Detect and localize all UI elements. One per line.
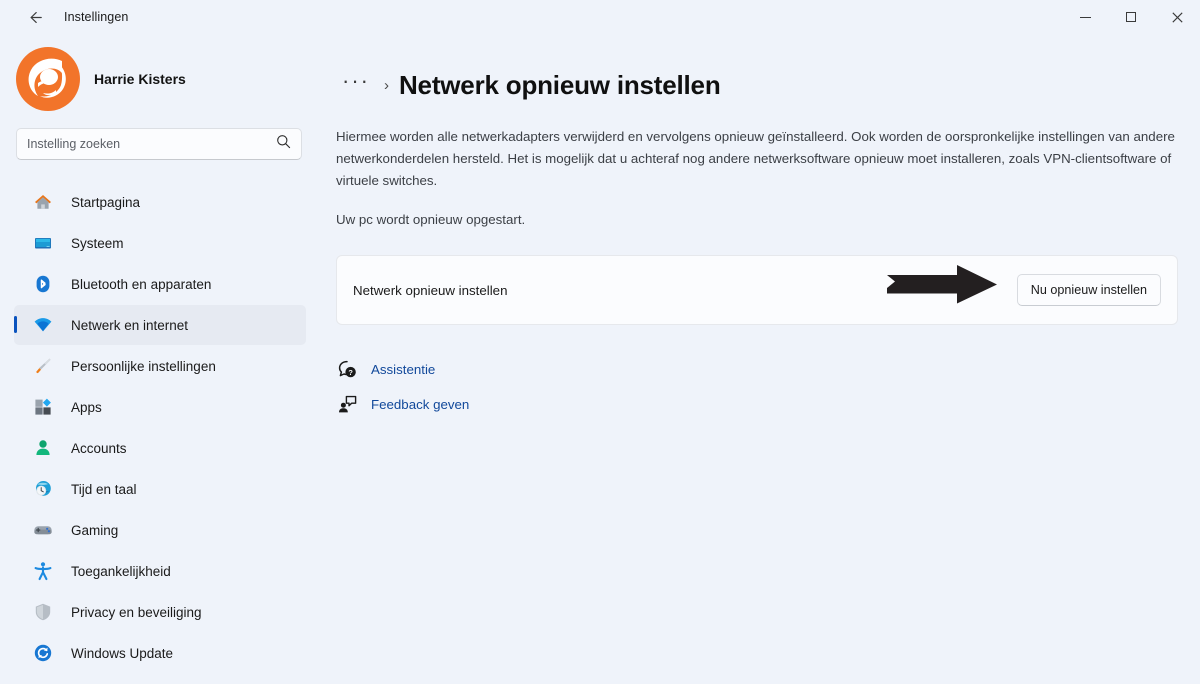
- main-content: ··· › Netwerk opnieuw instellen Hiermee …: [320, 34, 1200, 684]
- card-label: Netwerk opnieuw instellen: [353, 282, 508, 298]
- settings-window: Instellingen Harrie Kisters Instelling z…: [0, 0, 1200, 684]
- sidebar-item-label: Toegankelijkheid: [71, 563, 171, 579]
- paintbrush-icon: [32, 355, 54, 377]
- feedback-person-icon: [336, 393, 358, 415]
- sidebar-item-tijd-en-taal[interactable]: Tijd en taal: [14, 469, 306, 509]
- page-note: Uw pc wordt opnieuw opgestart.: [336, 212, 526, 227]
- black-arrow-pointing-right-annotation: [887, 265, 997, 304]
- sidebar-item-toegankelijkheid[interactable]: Toegankelijkheid: [14, 551, 306, 591]
- sidebar-item-label: Netwerk en internet: [71, 317, 189, 333]
- window-controls: [1062, 0, 1200, 34]
- reset-now-button[interactable]: Nu opnieuw instellen: [1016, 274, 1161, 306]
- title-bar: Instellingen: [0, 0, 1200, 34]
- sidebar-item-persoonlijke-instellingen[interactable]: Persoonlijke instellingen: [14, 346, 306, 386]
- breadcrumb-overflow-button[interactable]: ···: [336, 68, 376, 102]
- page-description: Hiermee worden alle netwerkadapters verw…: [336, 129, 1175, 188]
- search-container: [0, 106, 320, 160]
- wifi-icon: [32, 314, 54, 336]
- gamepad-icon: [32, 519, 54, 541]
- monitor-icon: [32, 232, 54, 254]
- sidebar-nav: Startpagina Systeem Bluetooth en apparat…: [0, 182, 320, 673]
- user-avatar: [17, 48, 79, 110]
- profile-section[interactable]: Harrie Kisters: [0, 34, 320, 111]
- help-links: ? Assistentie Feedback geven: [336, 355, 1180, 418]
- close-icon: [1171, 11, 1183, 23]
- minimize-icon: [1079, 16, 1091, 18]
- breadcrumb-separator: ›: [383, 76, 389, 94]
- breadcrumb: ··· › Netwerk opnieuw instellen: [336, 68, 1180, 102]
- sidebar-item-label: Systeem: [71, 235, 124, 251]
- link-label: Feedback geven: [371, 396, 470, 412]
- sidebar-item-bluetooth[interactable]: Bluetooth en apparaten: [14, 264, 306, 304]
- sidebar-item-gaming[interactable]: Gaming: [14, 510, 306, 550]
- profile-name: Harrie Kisters: [94, 71, 186, 87]
- sidebar-item-label: Startpagina: [71, 194, 141, 210]
- clock-globe-icon: [32, 478, 54, 500]
- bluetooth-icon: [32, 273, 54, 295]
- sidebar-item-label: Privacy en beveiliging: [71, 604, 202, 620]
- assistance-link[interactable]: ? Assistentie: [336, 355, 435, 383]
- sidebar-item-label: Persoonlijke instellingen: [71, 358, 216, 374]
- reset-network-card: Netwerk opnieuw instellen Nu opnieuw ins…: [336, 255, 1178, 325]
- shield-icon: [32, 601, 54, 623]
- sidebar-item-label: Gaming: [71, 522, 119, 538]
- arrow-left-icon: [30, 11, 42, 23]
- page-title: Netwerk opnieuw instellen: [398, 69, 721, 100]
- search-icon: [276, 134, 291, 154]
- feedback-link[interactable]: Feedback geven: [336, 390, 469, 418]
- sidebar: Harrie Kisters Instelling zoeken Startpa…: [0, 34, 320, 684]
- sidebar-item-startpagina[interactable]: Startpagina: [14, 182, 306, 222]
- minimize-button[interactable]: [1062, 0, 1108, 34]
- sidebar-item-label: Accounts: [71, 440, 127, 456]
- back-button[interactable]: [18, 2, 52, 32]
- accessibility-icon: [32, 560, 54, 582]
- sidebar-item-label: Windows Update: [71, 645, 174, 661]
- sidebar-item-privacy-en-beveiliging[interactable]: Privacy en beveiliging: [14, 592, 306, 632]
- sidebar-item-label: Tijd en taal: [71, 481, 137, 497]
- sidebar-item-windows-update[interactable]: Windows Update: [14, 633, 306, 673]
- sidebar-item-apps[interactable]: Apps: [14, 387, 306, 427]
- maximize-button[interactable]: [1108, 0, 1154, 34]
- search-box[interactable]: [16, 128, 302, 160]
- maximize-icon: [1126, 12, 1136, 22]
- sidebar-item-netwerk-en-internet[interactable]: Netwerk en internet: [14, 305, 306, 345]
- sidebar-item-label: Bluetooth en apparaten: [71, 276, 212, 292]
- app-title: Instellingen: [64, 10, 129, 24]
- home-icon: [32, 191, 54, 213]
- help-question-icon: ?: [336, 358, 358, 380]
- avatar: [16, 47, 80, 111]
- apps-icon: [32, 396, 54, 418]
- person-icon: [32, 437, 54, 459]
- svg-text:?: ?: [348, 368, 353, 377]
- sidebar-item-systeem[interactable]: Systeem: [14, 223, 306, 263]
- close-button[interactable]: [1154, 0, 1200, 34]
- refresh-icon: [32, 642, 54, 664]
- link-label: Assistentie: [371, 361, 436, 377]
- search-input[interactable]: [27, 137, 270, 151]
- sidebar-item-label: Apps: [71, 399, 102, 415]
- sidebar-item-accounts[interactable]: Accounts: [14, 428, 306, 468]
